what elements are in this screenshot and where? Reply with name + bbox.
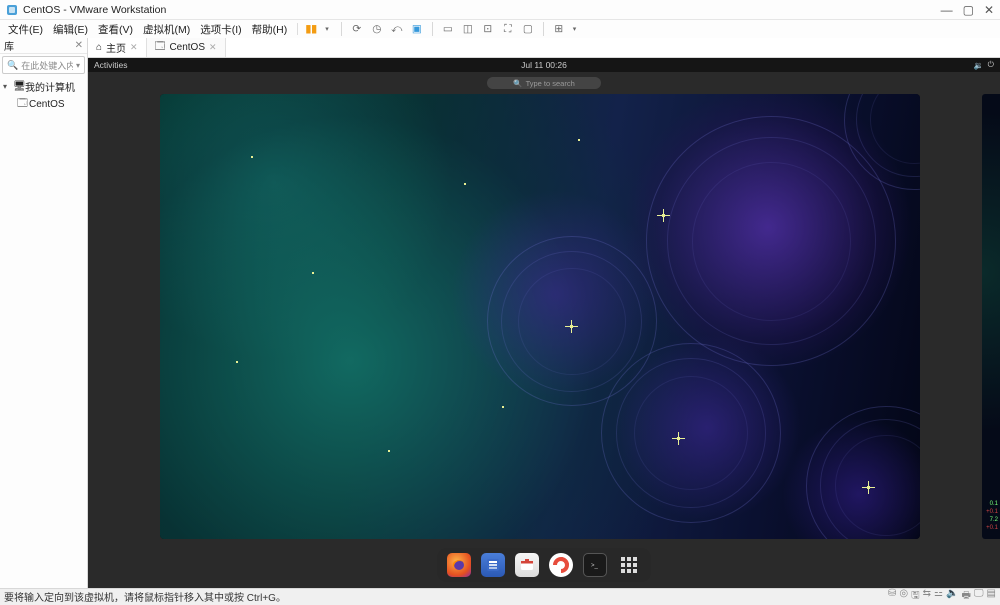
home-icon: ⌂ xyxy=(96,42,102,53)
tab-label: CentOS xyxy=(169,42,205,53)
status-device-icons: ⛁ ◎ 🖫 ⇆ ⚍ 🔈 🖶 🖵 ▤ xyxy=(888,588,996,605)
dock-show-apps-icon[interactable] xyxy=(617,553,641,577)
fit-guest-icon[interactable]: ⛶ xyxy=(501,22,515,36)
library-tree: ▾ 🖥 我的计算机 🗔 CentOS xyxy=(0,76,87,116)
device-network-icon[interactable]: ⇆ xyxy=(923,588,931,605)
activities-button[interactable]: Activities xyxy=(94,60,128,70)
library-title: 库 xyxy=(4,38,14,53)
separator xyxy=(297,23,298,35)
wallpaper xyxy=(160,94,920,539)
gnome-search[interactable]: 🔍 Type to search xyxy=(487,77,601,89)
separator xyxy=(341,22,342,36)
computer-icon: 🖥 xyxy=(13,81,23,92)
menu-file[interactable]: 文件(E) xyxy=(4,20,47,39)
message-log-icon[interactable]: ▤ xyxy=(987,588,996,605)
main: 库 ✕ 🔍 在此处键入内容进 ▾ ▾ 🖥 我的计算机 🗔 CentOS ⌂ 主页 xyxy=(0,38,1000,588)
library-search[interactable]: 🔍 在此处键入内容进 ▾ xyxy=(2,56,85,74)
titlebar: CentOS - VMware Workstation — ▢ ✕ xyxy=(0,0,1000,20)
menu-tabs[interactable]: 选项卡(I) xyxy=(196,20,245,39)
revert-snapshot-icon[interactable]: ⤺ xyxy=(390,22,404,36)
device-cd-icon[interactable]: ◎ xyxy=(899,588,908,605)
vm-console[interactable]: Activities Jul 11 00:26 🔉 ⏻ 🔍 Type to se… xyxy=(88,58,1000,588)
gnome-clock[interactable]: Jul 11 00:26 xyxy=(521,60,567,70)
tab-close-icon[interactable]: ✕ xyxy=(130,42,138,53)
gnome-topbar: Activities Jul 11 00:26 🔉 ⏻ xyxy=(88,58,1000,72)
vm-tabs: ⌂ 主页 ✕ 🗔 CentOS ✕ xyxy=(88,38,1000,58)
power-icon[interactable]: ⏻ xyxy=(988,60,994,70)
right-pane: ⌂ 主页 ✕ 🗔 CentOS ✕ Activities Jul 11 00:2… xyxy=(88,38,1000,588)
console-view-icon[interactable]: ⊡ xyxy=(481,22,495,36)
svg-text:>_: >_ xyxy=(591,563,599,569)
separator xyxy=(432,22,433,36)
unity-icon[interactable]: ◫ xyxy=(461,22,475,36)
search-icon: 🔍 xyxy=(513,79,522,88)
statusbar: 要将输入定向到该虚拟机，请将鼠标指针移入其中或按 Ctrl+G。 ⛁ ◎ 🖫 ⇆… xyxy=(0,588,1000,604)
workspace-preview[interactable] xyxy=(160,94,920,539)
dock-software-icon[interactable] xyxy=(515,553,539,577)
dropdown-caret-icon[interactable]: ▾ xyxy=(569,23,581,35)
dock-terminal-icon[interactable]: >_ xyxy=(583,553,607,577)
dock-firefox-icon[interactable] xyxy=(447,553,471,577)
vm-icon: 🗔 xyxy=(155,39,166,56)
device-hdd-icon[interactable]: ⛁ xyxy=(888,588,896,605)
device-floppy-icon[interactable]: 🖫 xyxy=(911,588,920,605)
tab-home[interactable]: ⌂ 主页 ✕ xyxy=(88,38,147,57)
separator xyxy=(543,22,544,36)
device-usb-icon[interactable]: ⚍ xyxy=(934,588,943,605)
tree-node-my-computer[interactable]: ▾ 🖥 我的计算机 xyxy=(3,78,84,95)
pause-icon[interactable]: ▮▮ xyxy=(304,22,318,36)
tree-node-label: 我的计算机 xyxy=(25,79,75,94)
dropdown-caret-icon[interactable]: ▾ xyxy=(76,61,80,70)
sidebar-close-icon[interactable]: ✕ xyxy=(75,40,83,51)
dock-files-icon[interactable] xyxy=(481,553,505,577)
device-display-icon[interactable]: 🖵 xyxy=(974,588,984,605)
device-printer-icon[interactable]: 🖶 xyxy=(961,588,970,605)
tab-label: 主页 xyxy=(106,40,126,55)
workspace-preview-next[interactable]: 0.1 +0.1 7.2 +0.1 xyxy=(982,94,1000,539)
maximize-button[interactable]: ▢ xyxy=(963,3,974,17)
system-tray[interactable]: 🔉 ⏻ xyxy=(974,60,994,70)
menu-edit[interactable]: 编辑(E) xyxy=(49,20,92,39)
system-stats: 0.1 +0.1 7.2 +0.1 xyxy=(986,501,998,531)
tree-node-centos[interactable]: 🗔 CentOS xyxy=(3,95,84,114)
search-placeholder: 在此处键入内容进 xyxy=(21,59,73,72)
device-sound-icon[interactable]: 🔈 xyxy=(946,588,958,605)
close-button[interactable]: ✕ xyxy=(984,3,994,17)
tree-node-label: CentOS xyxy=(29,99,65,110)
snapshot-manager-icon[interactable]: ▣ xyxy=(410,22,424,36)
thumbnail-bar-icon[interactable]: ⊞ xyxy=(552,22,566,36)
library-sidebar: 库 ✕ 🔍 在此处键入内容进 ▾ ▾ 🖥 我的计算机 🗔 CentOS xyxy=(0,38,88,588)
status-message: 要将输入定向到该虚拟机，请将鼠标指针移入其中或按 Ctrl+G。 xyxy=(4,589,286,604)
menubar: 文件(E) 编辑(E) 查看(V) 虚拟机(M) 选项卡(I) 帮助(H) ▮▮… xyxy=(0,20,1000,38)
window-title: CentOS - VMware Workstation xyxy=(23,4,166,16)
fullscreen-icon[interactable]: ▭ xyxy=(441,22,455,36)
dock-help-icon[interactable] xyxy=(549,553,573,577)
menu-view[interactable]: 查看(V) xyxy=(94,20,137,39)
search-icon: 🔍 xyxy=(7,60,18,71)
search-placeholder: Type to search xyxy=(526,79,575,88)
stretch-guest-icon[interactable]: ▢ xyxy=(521,22,535,36)
tree-collapse-icon[interactable]: ▾ xyxy=(3,82,11,91)
volume-icon[interactable]: 🔉 xyxy=(974,61,984,70)
dropdown-caret-icon[interactable]: ▾ xyxy=(321,23,333,35)
gnome-dock: >_ xyxy=(437,548,651,582)
send-ctrl-alt-del-icon[interactable]: ⟳ xyxy=(350,22,364,36)
menu-vm[interactable]: 虚拟机(M) xyxy=(139,20,194,39)
snapshot-icon[interactable]: ◷ xyxy=(370,22,384,36)
app-icon xyxy=(6,4,18,16)
vm-icon: 🗔 xyxy=(17,96,27,113)
tab-centos[interactable]: 🗔 CentOS ✕ xyxy=(147,38,226,57)
tab-close-icon[interactable]: ✕ xyxy=(209,42,217,53)
menu-help[interactable]: 帮助(H) xyxy=(248,20,292,39)
minimize-button[interactable]: — xyxy=(941,3,953,17)
